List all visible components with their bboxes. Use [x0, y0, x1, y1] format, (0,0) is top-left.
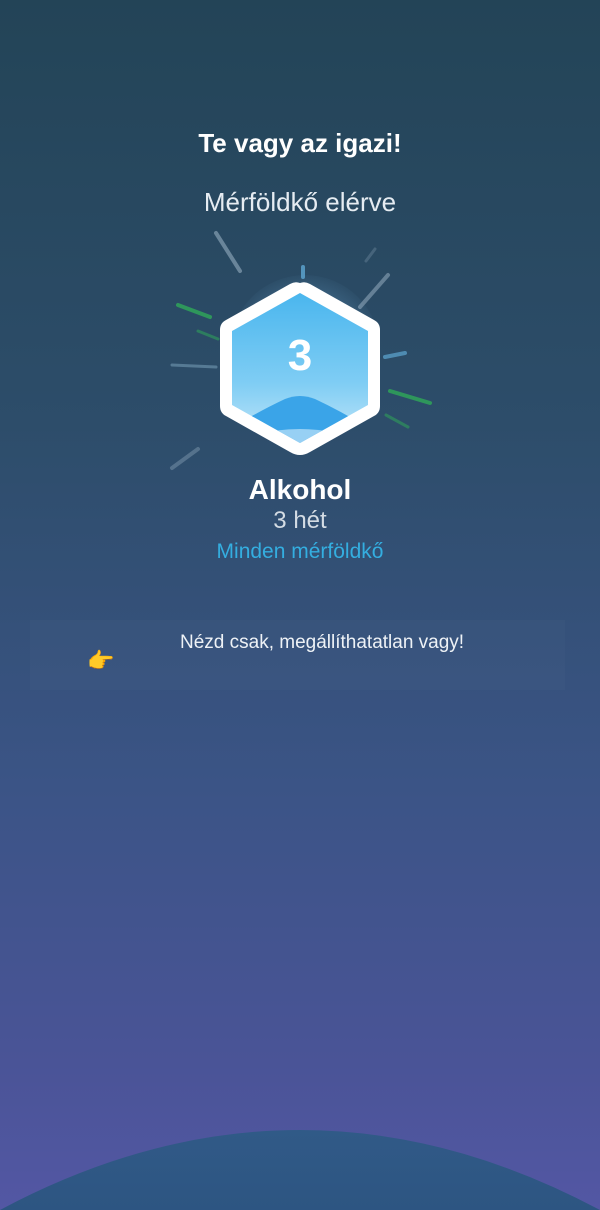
milestone-badge[interactable]: 3 — [150, 215, 450, 485]
badge-ray — [383, 351, 407, 359]
badge-ray — [214, 231, 242, 273]
badge-ray — [364, 247, 377, 263]
milestone-duration: 3 hét — [273, 507, 327, 534]
badge-ray — [388, 389, 432, 405]
badge-ray — [196, 329, 220, 341]
badge-ray — [384, 413, 410, 429]
milestone-category: Alkohol — [248, 474, 352, 505]
milestone-number: 3 — [287, 331, 313, 380]
badge-ray — [170, 363, 218, 369]
pointing-hand-icon: 👉 — [87, 648, 115, 673]
badge-ray — [170, 447, 200, 470]
badge-ray — [358, 273, 390, 309]
badge-ray — [176, 303, 212, 319]
all-milestones-link[interactable]: Minden mérföldkő — [150, 540, 450, 564]
page-subtitle: Mérföldkő elérve — [203, 187, 397, 217]
page-title: Te vagy az igazi! — [198, 128, 402, 158]
milestone-screen: Te vagy az igazi! Mérföldkő elérve 3 Alk… — [0, 0, 600, 1210]
message-text: Nézd csak, megállíthatatlan vagy! — [180, 632, 465, 653]
motivation-message: 👉 Nézd csak, megállíthatatlan vagy! — [30, 620, 565, 690]
horizon-arc — [0, 1130, 600, 1210]
